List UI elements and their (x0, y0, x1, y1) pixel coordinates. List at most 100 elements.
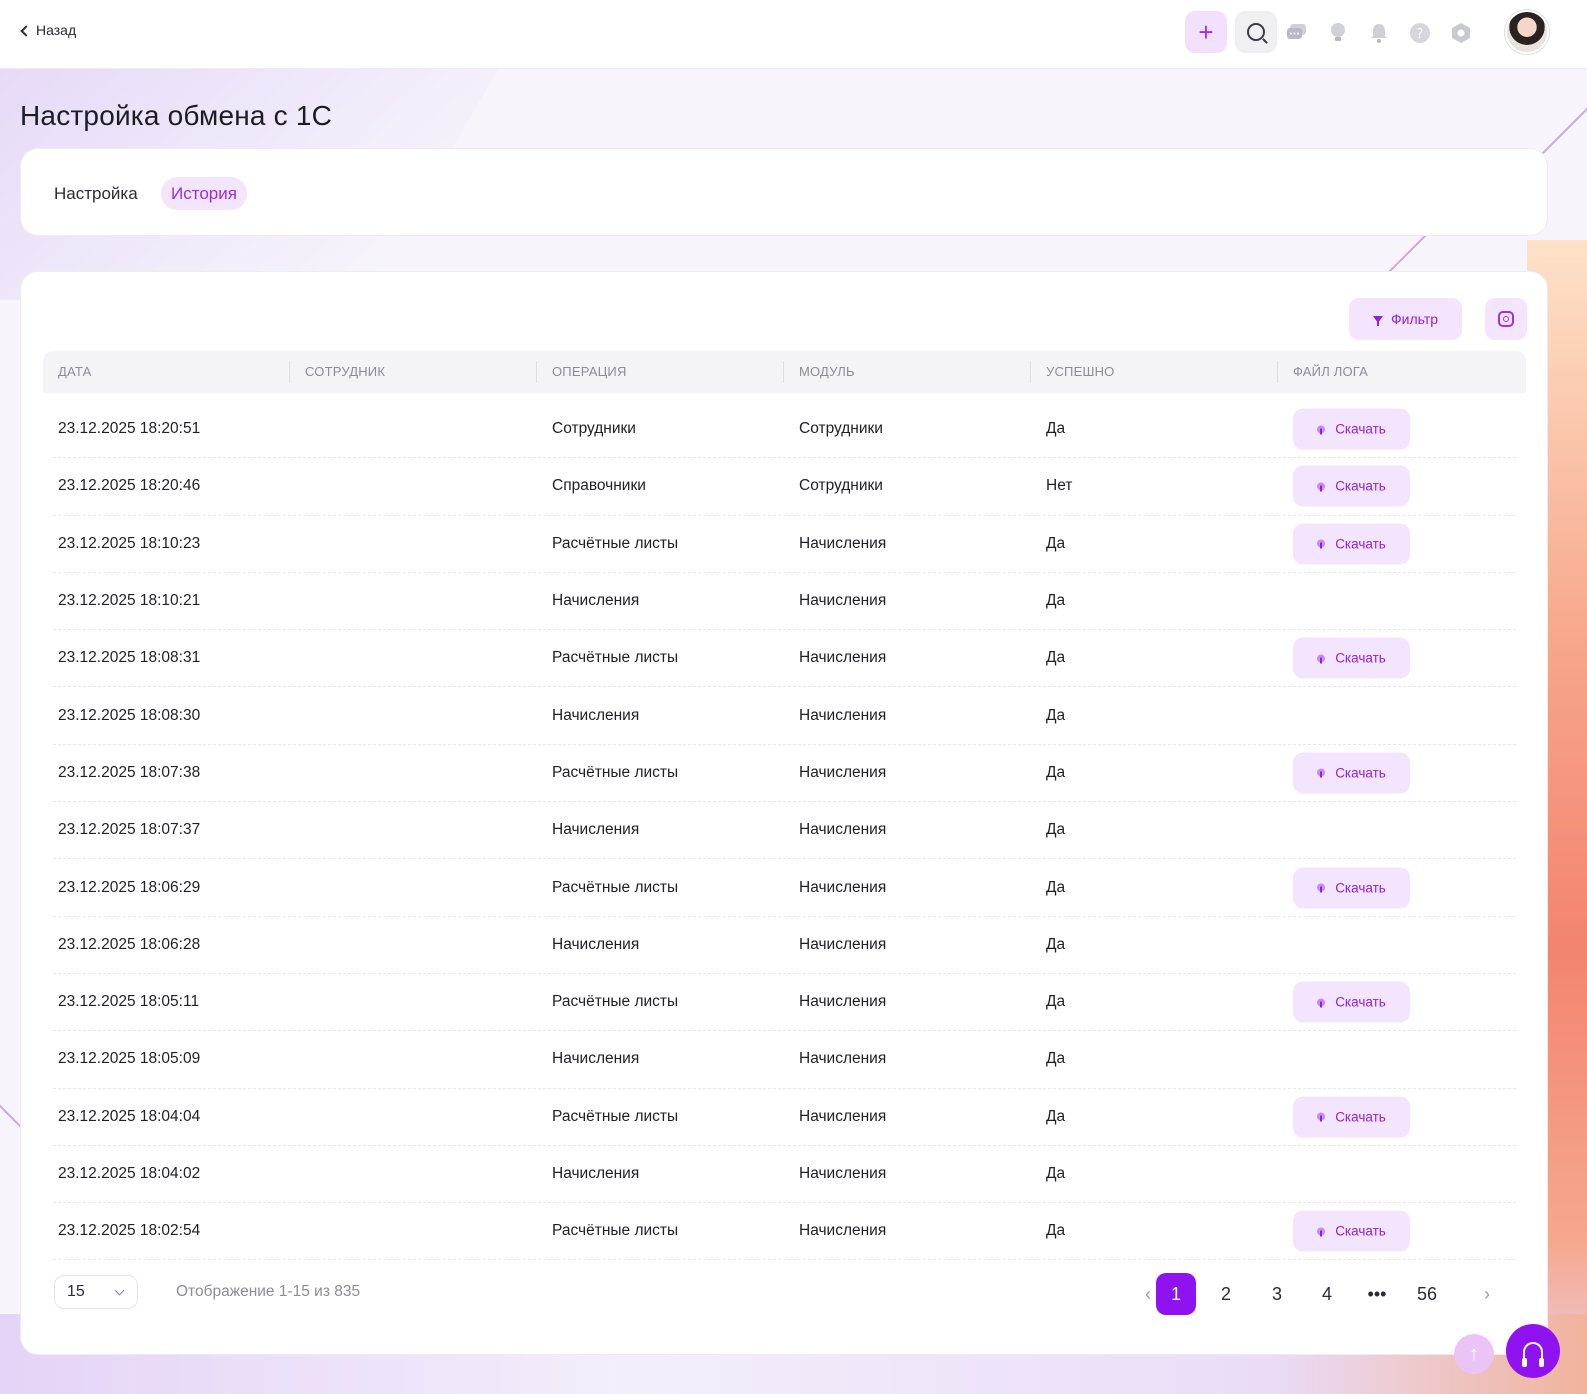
upload-icon (1317, 998, 1326, 1008)
cell-success: Нет (1046, 477, 1073, 495)
back-button[interactable]: Назад (20, 22, 77, 38)
table-row: 23.12.2025 18:20:51 Сотрудники Сотрудники Д… (53, 401, 1516, 459)
table-row: 23.12.2025 18:08:31 Расчётные листы Начисл… (53, 630, 1516, 688)
upload-icon (1317, 883, 1326, 893)
svg-text:?: ? (1417, 27, 1424, 42)
upload-icon (1317, 654, 1326, 664)
download-log-button[interactable]: Скачать (1293, 867, 1410, 909)
cell-success: Да (1046, 706, 1066, 724)
cell-date: 23.12.2025 18:20:51 (58, 420, 201, 438)
settings-icon[interactable] (1449, 21, 1473, 45)
column-header-employee[interactable]: СОТРУДНИК (305, 364, 385, 379)
download-label: Скачать (1335, 536, 1386, 552)
pagination: ‹ 1 2 3 4 ••• 56 › (1136, 1273, 1516, 1315)
cell-date: 23.12.2025 18:08:30 (58, 706, 201, 724)
showing-count: Отображение 1-15 из 835 (176, 1283, 361, 1300)
table-row: 23.12.2025 18:10:21 Начисления Начисления Д… (53, 573, 1516, 631)
arrow-up-icon: ↑ (1469, 1342, 1479, 1365)
download-log-button[interactable]: Скачать (1293, 523, 1410, 565)
cell-module: Начисления (799, 935, 887, 953)
table-header: ДАТА СОТРУДНИК ОПЕРАЦИЯ МОДУЛЬ УСПЕШНО Ф… (43, 351, 1526, 393)
cell-operation: Расчётные листы (552, 1107, 679, 1125)
pagination-page[interactable]: 4 (1307, 1273, 1347, 1315)
download-log-button[interactable]: Скачать (1293, 1210, 1410, 1252)
pagination-page[interactable]: 56 (1407, 1273, 1447, 1315)
lightbulb-icon[interactable] (1326, 21, 1350, 45)
add-button[interactable]: + (1185, 11, 1227, 53)
cell-success: Да (1046, 1165, 1066, 1182)
cell-date: 23.12.2025 18:04:04 (58, 1107, 201, 1125)
download-log-button[interactable]: Скачать (1293, 465, 1410, 507)
column-header-success[interactable]: УСПЕШНО (1046, 364, 1114, 379)
avatar[interactable] (1505, 10, 1549, 54)
cell-operation: Расчётные листы (552, 534, 679, 552)
help-icon[interactable]: ? (1408, 21, 1432, 45)
table-body: 23.12.2025 18:20:51 Сотрудники Сотрудники Д… (43, 401, 1526, 1261)
cell-success: Да (1046, 1050, 1066, 1068)
filter-label: Фильтр (1390, 311, 1439, 327)
download-log-button[interactable]: Скачать (1293, 981, 1410, 1023)
table-row: 23.12.2025 18:04:02 Начисления Начисления Д… (53, 1146, 1516, 1204)
table-footer: 15 Отображение 1-15 из 835 ‹ 1 2 3 4 ••• 56 › (54, 1273, 1516, 1315)
cell-module: Начисления (799, 878, 887, 896)
cell-success: Да (1046, 592, 1066, 610)
support-button[interactable] (1506, 1324, 1560, 1378)
cell-date: 23.12.2025 18:06:28 (58, 935, 201, 953)
download-label: Скачать (1335, 650, 1386, 666)
download-log-button[interactable]: Скачать (1293, 1096, 1410, 1138)
download-label: Скачать (1335, 994, 1386, 1010)
table-row: 23.12.2025 18:05:09 Начисления Начисления Д… (53, 1031, 1516, 1089)
tab-settings[interactable]: Настройка (44, 177, 148, 210)
cell-operation: Расчётные листы (552, 763, 679, 781)
pagination-page[interactable]: ••• (1357, 1273, 1397, 1315)
download-label: Скачать (1335, 765, 1386, 781)
cell-success: Да (1046, 1107, 1066, 1125)
scroll-top-button[interactable]: ↑ (1454, 1334, 1494, 1374)
cell-operation: Расчётные листы (552, 878, 679, 896)
table-row: 23.12.2025 18:06:28 Начисления Начисления Д… (53, 917, 1516, 974)
cell-module: Начисления (799, 821, 887, 839)
download-label: Скачать (1335, 880, 1386, 896)
chevron-left-icon (20, 24, 32, 37)
cell-module: Начисления (799, 993, 887, 1011)
column-header-operation[interactable]: ОПЕРАЦИЯ (552, 364, 627, 379)
filter-icon (1372, 315, 1383, 326)
pagination-next[interactable]: › (1475, 1273, 1499, 1315)
bell-icon[interactable] (1367, 21, 1391, 45)
cell-module: Начисления (799, 1222, 887, 1240)
pagination-page[interactable]: 1 (1156, 1273, 1196, 1315)
search-button[interactable] (1235, 11, 1277, 53)
table-settings-button[interactable] (1485, 298, 1527, 340)
download-log-button[interactable]: Скачать (1293, 752, 1410, 794)
column-header-log-file[interactable]: ФАЙЛ ЛОГА (1293, 364, 1368, 379)
filter-button[interactable]: Фильтр (1349, 298, 1462, 340)
download-log-button[interactable]: Скачать (1293, 637, 1410, 679)
upload-icon (1317, 482, 1326, 492)
tab-history[interactable]: История (161, 177, 247, 210)
download-label: Скачать (1335, 478, 1386, 494)
cell-operation: Начисления (552, 1165, 640, 1182)
pagination-page[interactable]: 3 (1257, 1273, 1297, 1315)
table-row: 23.12.2025 18:05:11 Расчётные листы Начисл… (53, 974, 1516, 1032)
download-label: Скачать (1335, 1109, 1386, 1125)
cell-success: Да (1046, 649, 1066, 667)
pagination-page[interactable]: 2 (1206, 1273, 1246, 1315)
top-bar: Назад + ? (0, 0, 1587, 69)
chat-icon[interactable] (1285, 21, 1309, 45)
cell-success: Да (1046, 821, 1066, 839)
back-label: Назад (36, 22, 77, 38)
cell-success: Да (1046, 1222, 1066, 1240)
table-row: 23.12.2025 18:08:30 Начисления Начисления Д… (53, 687, 1516, 745)
page-size-select[interactable]: 15 (54, 1275, 138, 1309)
download-log-button[interactable]: Скачать (1293, 408, 1410, 450)
cell-success: Да (1046, 763, 1066, 781)
history-table: ДАТА СОТРУДНИК ОПЕРАЦИЯ МОДУЛЬ УСПЕШНО Ф… (43, 351, 1526, 1261)
column-header-module[interactable]: МОДУЛЬ (799, 364, 855, 379)
column-header-date[interactable]: ДАТА (58, 364, 91, 379)
cell-module: Сотрудники (799, 420, 883, 438)
chevron-down-icon (114, 1285, 125, 1296)
cell-module: Начисления (799, 1107, 887, 1125)
search-icon (1247, 23, 1265, 41)
history-card: Фильтр ДАТА СОТРУДНИК ОПЕРАЦИЯ МОДУЛЬ УС… (20, 271, 1548, 1355)
download-label: Скачать (1335, 1223, 1386, 1239)
